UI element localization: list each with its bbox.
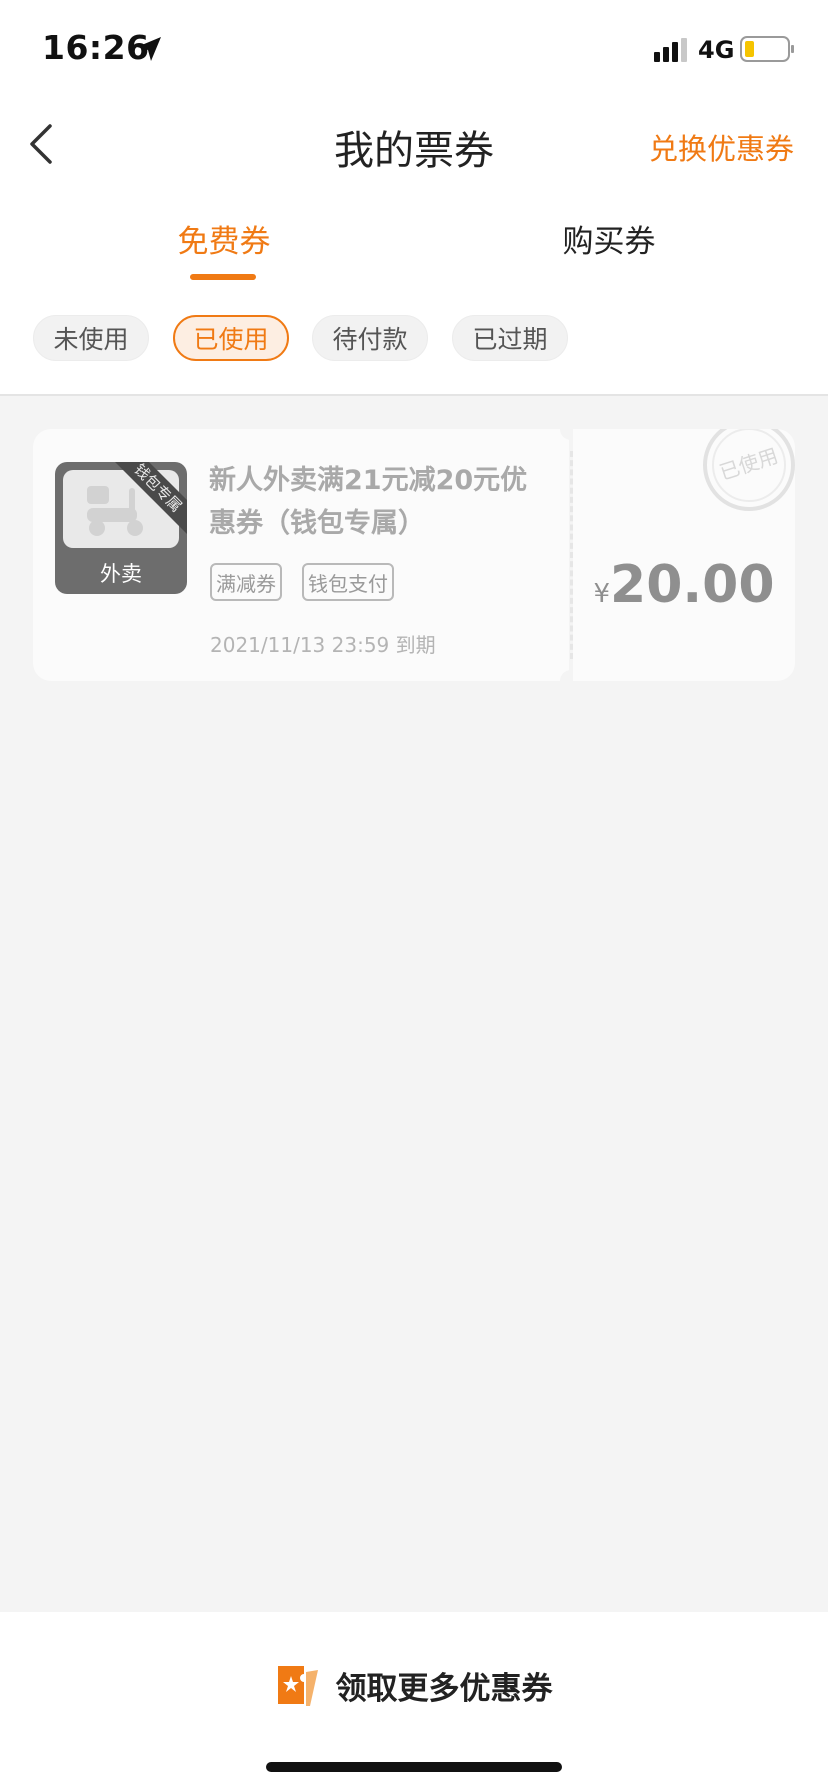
scooter-icon xyxy=(87,486,143,536)
coupon-amount: 20.00 xyxy=(610,555,775,615)
tab-purchased-coupons[interactable]: 购买券 xyxy=(555,216,663,261)
coupon-price: ¥20.00 xyxy=(573,555,795,615)
signal-icon xyxy=(654,38,687,62)
used-stamp: 已使用 xyxy=(703,429,795,511)
tab-free-coupons[interactable]: 免费券 xyxy=(170,216,278,261)
coupon-tag: 满减券 xyxy=(210,563,282,601)
status-bar: 16:26 4G xyxy=(0,0,828,100)
active-tab-indicator xyxy=(190,274,256,280)
location-arrow-icon xyxy=(137,37,161,61)
coupon-card[interactable]: 钱包专属 外卖 新人外卖满21元减20元优惠券（钱包专属） 满减券 钱包支付 2… xyxy=(33,418,795,692)
home-indicator xyxy=(266,1762,562,1772)
currency-symbol: ¥ xyxy=(593,579,611,609)
svg-text:已使用: 已使用 xyxy=(716,443,780,484)
redeem-coupon-link[interactable]: 兑换优惠券 xyxy=(649,126,794,168)
coupon-title: 新人外卖满21元减20元优惠券（钱包专属） xyxy=(209,465,528,539)
filter-pending-payment[interactable]: 待付款 xyxy=(312,315,428,361)
coupon-thumbnail: 钱包专属 外卖 xyxy=(55,462,187,594)
get-more-coupons-button[interactable]: 领取更多优惠券 xyxy=(0,1662,828,1708)
get-more-label: 领取更多优惠券 xyxy=(335,1670,553,1707)
filter-expired[interactable]: 已过期 xyxy=(452,315,568,361)
coupon-tag: 钱包支付 xyxy=(302,563,394,601)
battery-icon xyxy=(740,36,794,62)
ticket-icon xyxy=(277,1666,318,1706)
category-label: 外卖 xyxy=(100,562,142,586)
filter-unused[interactable]: 未使用 xyxy=(33,315,149,361)
coupon-value-section: 已使用 ¥20.00 xyxy=(573,429,795,681)
coupon-expiry: 2021/11/13 23:59 到期 xyxy=(210,633,436,657)
bottom-bar: 领取更多优惠券 xyxy=(0,1612,828,1792)
network-label: 4G xyxy=(698,36,735,64)
coupon-body: 钱包专属 外卖 新人外卖满21元减20元优惠券（钱包专属） 满减券 钱包支付 2… xyxy=(33,429,569,681)
filter-used[interactable]: 已使用 xyxy=(173,315,289,361)
